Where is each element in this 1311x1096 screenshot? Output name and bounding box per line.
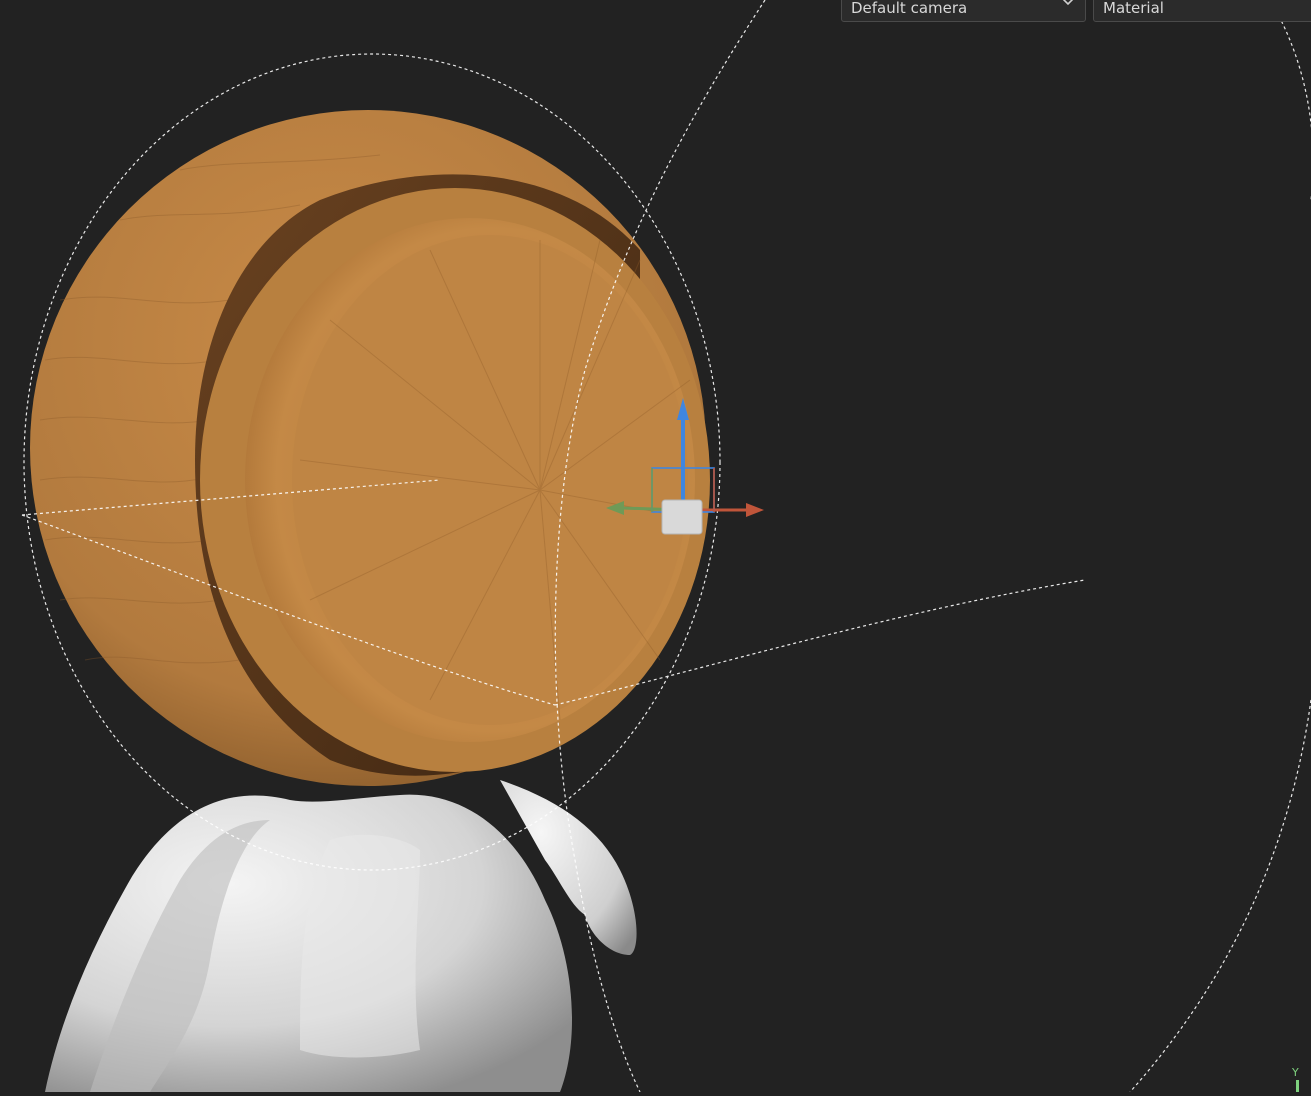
- 3d-viewport[interactable]: [0, 0, 1311, 1093]
- scene-render: [21, 0, 1311, 1093]
- shading-mode-select-value: Material: [1103, 1, 1164, 16]
- camera-select[interactable]: Default camera: [841, 0, 1086, 22]
- character-body: [45, 780, 637, 1092]
- axis-indicator-y-label: Y: [1292, 1066, 1299, 1079]
- chevron-down-icon: [1062, 0, 1074, 6]
- shading-mode-select[interactable]: Material: [1093, 0, 1311, 22]
- camera-select-value: Default camera: [851, 1, 968, 16]
- wooden-head: [30, 110, 710, 786]
- axis-indicator-y-line: [1296, 1080, 1299, 1092]
